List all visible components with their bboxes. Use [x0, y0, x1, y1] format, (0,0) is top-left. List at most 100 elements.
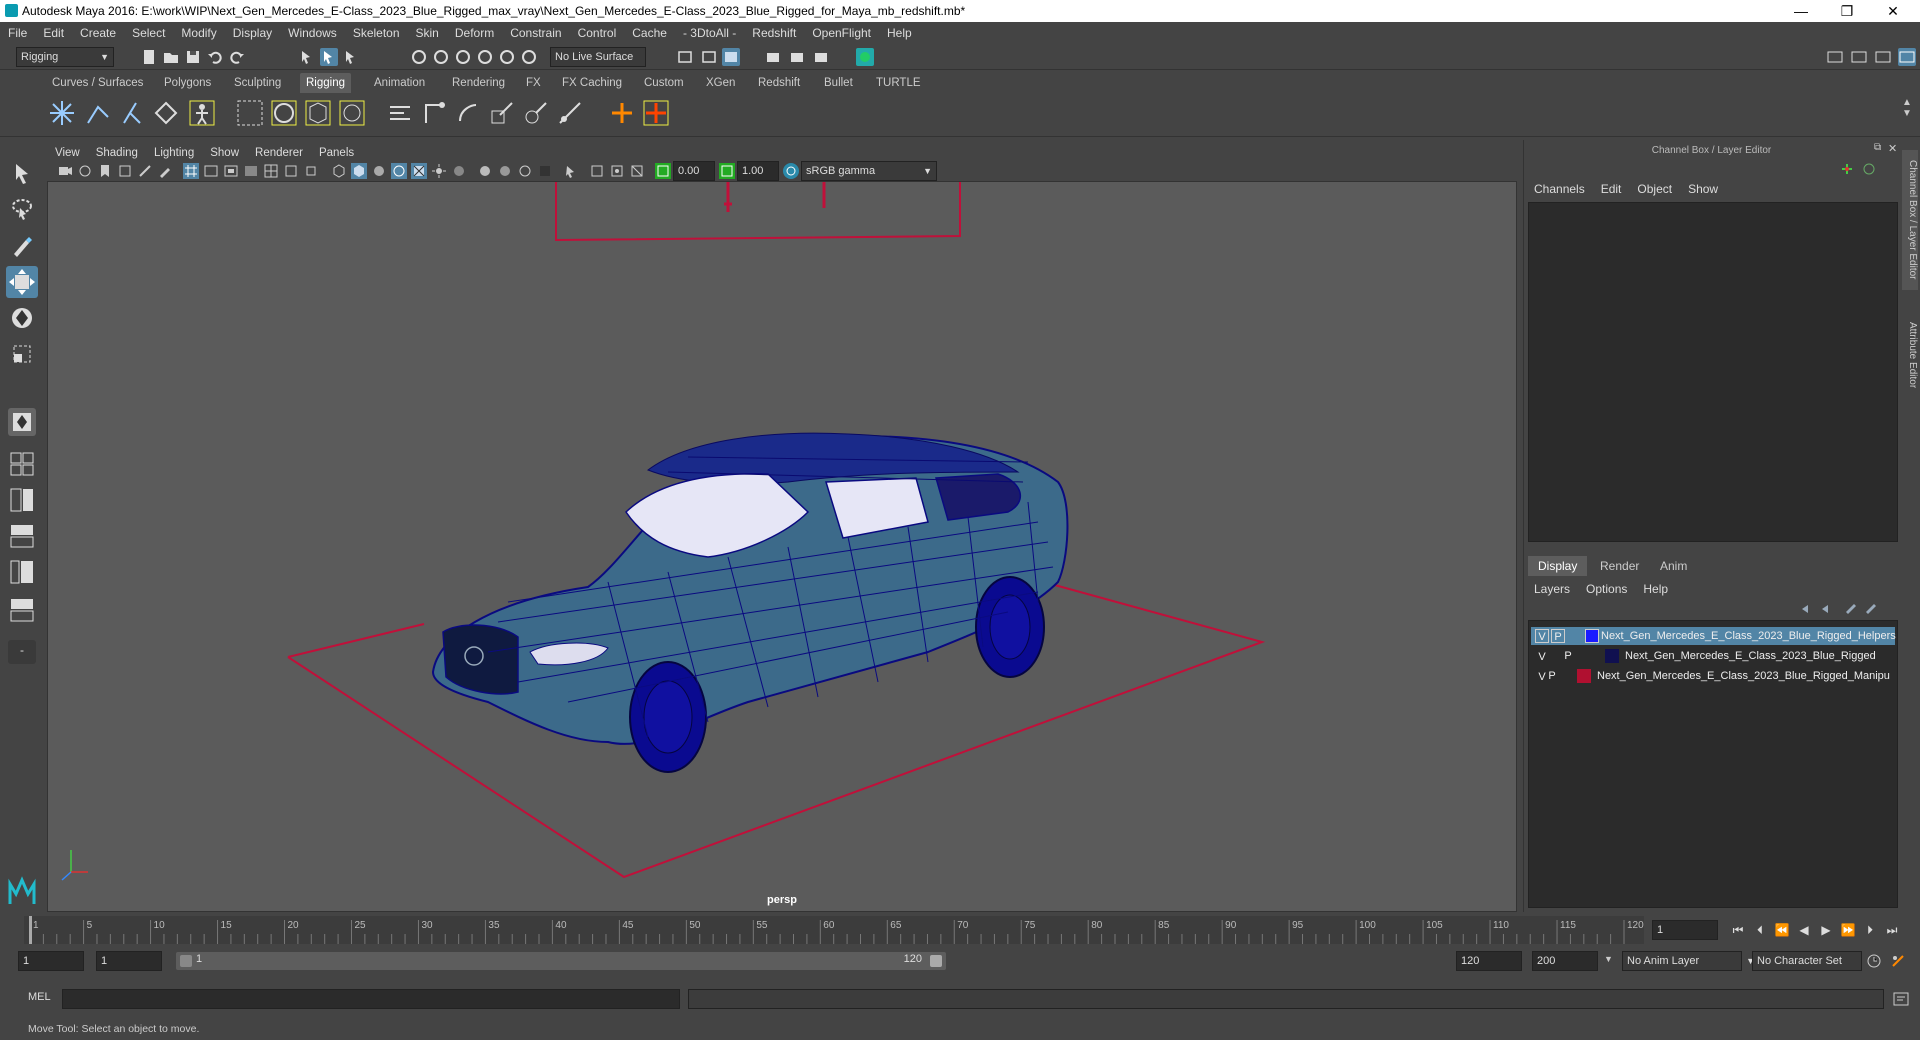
color-space-dropdown[interactable]: sRGB gamma ▼: [801, 161, 937, 181]
toggle-channel-box-icon[interactable]: [1898, 48, 1916, 66]
tab-display[interactable]: Display: [1528, 556, 1588, 576]
pole-vector-icon[interactable]: [554, 97, 586, 129]
input-output-icon[interactable]: [676, 48, 694, 66]
menu-options[interactable]: Options: [1578, 582, 1635, 596]
tab-polygons[interactable]: Polygons: [158, 73, 217, 93]
menu-constrain[interactable]: Constrain: [502, 22, 569, 44]
go-to-start-icon[interactable]: ⏮: [1730, 922, 1746, 938]
snap-curve-icon[interactable]: [432, 48, 450, 66]
tab-anim[interactable]: Anim: [1650, 556, 1697, 576]
new-layer-from-selected-icon[interactable]: [1864, 602, 1878, 616]
anti-aliasing-icon[interactable]: [517, 163, 533, 179]
grid-toggle-icon[interactable]: [183, 163, 199, 179]
tab-sculpting[interactable]: Sculpting: [228, 73, 287, 93]
wrap-deformer-icon[interactable]: [302, 97, 334, 129]
exposure-field[interactable]: 0.00: [673, 161, 715, 181]
select-component-icon[interactable]: [342, 48, 360, 66]
menu-deform[interactable]: Deform: [447, 22, 502, 44]
use-all-lights-icon[interactable]: [431, 163, 447, 179]
menu-cache[interactable]: Cache: [624, 22, 675, 44]
anim-layer-dropdown[interactable]: No Anim Layer ▼: [1622, 951, 1755, 971]
layout-menu-icon[interactable]: -: [8, 640, 36, 664]
layer-row[interactable]: V P Next_Gen_Mercedes_E_Class_2023_Blue_…: [1531, 627, 1896, 645]
2d-pan-zoom-icon[interactable]: [137, 163, 153, 179]
point-constraint-icon[interactable]: [418, 97, 450, 129]
image-plane-icon[interactable]: [117, 163, 133, 179]
wireframe-icon[interactable]: [331, 163, 347, 179]
tab-curves-surfaces[interactable]: Curves / Surfaces: [46, 73, 149, 93]
textured-icon[interactable]: [411, 163, 427, 179]
tab-rendering[interactable]: Rendering: [446, 73, 511, 93]
menu-channels[interactable]: Channels: [1526, 182, 1593, 196]
menu-file[interactable]: File: [0, 22, 35, 44]
float-panel-icon[interactable]: ⧉: [1874, 142, 1881, 153]
paint-select-tool-icon[interactable]: [6, 230, 38, 262]
step-forward-frame-icon[interactable]: ⏵: [1862, 922, 1878, 938]
motion-blur-icon[interactable]: [497, 163, 513, 179]
toggle-tool-settings-icon[interactable]: [1874, 48, 1892, 66]
channels-area[interactable]: [1528, 202, 1898, 542]
close-button[interactable]: ✕: [1870, 0, 1916, 22]
rotate-tool-icon[interactable]: [6, 302, 38, 334]
menuset-dropdown[interactable]: Rigging ▼: [16, 47, 114, 67]
skin-bind-icon[interactable]: [150, 97, 182, 129]
viewport-menu-view[interactable]: View: [47, 143, 88, 163]
restore-button[interactable]: ❐: [1824, 0, 1870, 22]
new-layer-icon[interactable]: [1844, 602, 1858, 616]
custom-rig-icon[interactable]: [640, 97, 672, 129]
new-scene-icon[interactable]: [140, 48, 158, 66]
construction-history-icon[interactable]: [700, 48, 718, 66]
ipr-render-icon[interactable]: [788, 48, 806, 66]
lattice-icon[interactable]: [268, 97, 300, 129]
exposure-toggle-icon[interactable]: [655, 163, 671, 179]
layer-playback-toggle[interactable]: P: [1545, 669, 1559, 683]
orient-constraint-icon[interactable]: [452, 97, 484, 129]
chevron-down-icon[interactable]: ▼: [1604, 954, 1613, 964]
grease-pencil-icon[interactable]: [157, 163, 173, 179]
layout-four-icon[interactable]: [8, 450, 36, 478]
tab-rigging[interactable]: Rigging: [300, 73, 351, 93]
animation-end-field[interactable]: 200: [1532, 951, 1598, 971]
menu-modify[interactable]: Modify: [173, 22, 224, 44]
speed-icon[interactable]: [1862, 162, 1876, 176]
menu-help[interactable]: Help: [879, 22, 920, 44]
viewport-menu-panels[interactable]: Panels: [311, 143, 362, 163]
layout-single-icon[interactable]: [8, 408, 36, 436]
layer-playback-toggle[interactable]: P: [1551, 629, 1565, 643]
safe-action-icon[interactable]: [283, 163, 299, 179]
open-scene-icon[interactable]: [162, 48, 180, 66]
snap-point-icon[interactable]: [454, 48, 472, 66]
tab-fx-caching[interactable]: FX Caching: [556, 73, 628, 93]
live-surface-field[interactable]: No Live Surface: [550, 47, 646, 67]
layout-two-side-icon[interactable]: [8, 486, 36, 514]
blendshape-icon[interactable]: [336, 97, 368, 129]
menu-skeleton[interactable]: Skeleton: [345, 22, 408, 44]
menu-select[interactable]: Select: [124, 22, 173, 44]
range-end-handle[interactable]: [930, 955, 942, 967]
depth-of-field-icon[interactable]: [537, 163, 553, 179]
tab-turtle[interactable]: TURTLE: [870, 73, 927, 93]
ik-handle-icon[interactable]: [82, 97, 114, 129]
layer-visibility-toggle[interactable]: V: [1535, 649, 1549, 663]
menu-edit[interactable]: Edit: [35, 22, 72, 44]
smooth-shade-icon[interactable]: [351, 163, 367, 179]
menu-object[interactable]: Object: [1629, 182, 1680, 196]
xray-icon[interactable]: [589, 163, 605, 179]
bookmark-icon[interactable]: [97, 163, 113, 179]
field-chart-icon[interactable]: [263, 163, 279, 179]
menu-control[interactable]: Control: [570, 22, 625, 44]
hypershade-icon[interactable]: [856, 48, 874, 66]
screen-space-ao-icon[interactable]: [477, 163, 493, 179]
tab-animation[interactable]: Animation: [368, 73, 431, 93]
layer-visibility-toggle[interactable]: V: [1535, 629, 1549, 643]
wireframe-on-shaded-icon[interactable]: [391, 163, 407, 179]
tab-custom[interactable]: Custom: [638, 73, 690, 93]
menu-display[interactable]: Display: [225, 22, 280, 44]
menu-show[interactable]: Show: [1680, 182, 1726, 196]
resolution-gate-icon[interactable]: [223, 163, 239, 179]
minimize-button[interactable]: —: [1778, 0, 1824, 22]
step-forward-key-icon[interactable]: ⏩: [1840, 922, 1856, 938]
range-start-handle[interactable]: [180, 955, 192, 967]
layer-row[interactable]: V P Next_Gen_Mercedes_E_Class_2023_Blue_…: [1531, 667, 1895, 685]
layer-color-swatch[interactable]: [1585, 629, 1599, 643]
